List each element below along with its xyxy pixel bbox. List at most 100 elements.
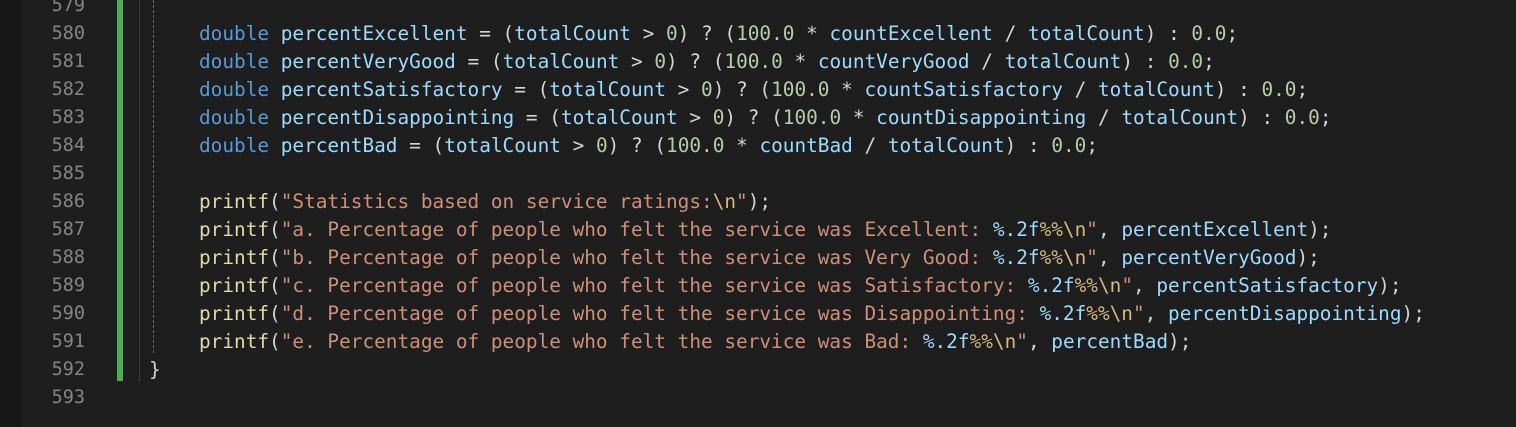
code-line[interactable]: 586 printf("Statistics based on service r…	[21, 188, 1516, 216]
code-token: printf	[199, 330, 270, 353]
code-line[interactable]: 585	[21, 160, 1516, 188]
code-token: /	[969, 50, 1005, 73]
code-token: 100.0	[666, 134, 725, 157]
code-token: printf	[199, 274, 270, 297]
code-token: = (	[514, 106, 561, 129]
code-token: }	[149, 358, 161, 381]
code-token: = (	[502, 78, 550, 101]
code-token: 100.0	[736, 22, 795, 45]
code-token: >	[666, 78, 702, 101]
code-token: (	[269, 302, 281, 325]
code-line[interactable]: 579	[21, 0, 1516, 20]
code-token: ,	[1027, 330, 1052, 353]
code-line[interactable]: 584 double percentBad = (totalCount > 0) …	[21, 132, 1516, 160]
code-token: ;	[1226, 22, 1239, 45]
code-text: double percentSatisfactory = (totalCount…	[199, 76, 1308, 104]
code-token: printf	[199, 302, 270, 325]
code-token: percentVeryGood	[1121, 246, 1297, 269]
code-token: %%	[969, 330, 993, 353]
line-number: 583	[51, 107, 85, 128]
code-token: 0.0	[1168, 50, 1204, 73]
code-token: totalCount	[549, 78, 666, 101]
code-token: "Statistics based on service ratings:	[280, 190, 713, 213]
code-token: );	[1168, 330, 1192, 353]
code-token: = (	[397, 134, 445, 157]
code-token: ;	[1319, 106, 1332, 129]
code-token: countSatisfactory	[864, 78, 1063, 101]
code-token: ) ? (	[677, 22, 737, 45]
code-text: double percentDisappointing = (totalCoun…	[199, 104, 1332, 132]
line-number: 587	[51, 219, 85, 240]
code-token: );	[1401, 302, 1425, 325]
code-token: percentSatisfactory	[280, 78, 503, 101]
code-token: "	[1132, 302, 1145, 325]
line-number: 590	[51, 303, 85, 324]
code-token: ,	[1097, 218, 1122, 241]
code-token: percentDisappointing	[280, 106, 515, 129]
code-token: %.2f	[922, 330, 970, 353]
code-token: 0.0	[1261, 78, 1297, 101]
code-token: %.2f	[1027, 274, 1075, 297]
code-token: totalCount	[560, 106, 678, 129]
code-line[interactable]: 582 double percentSatisfactory = (totalCo…	[21, 76, 1516, 104]
code-token: *	[782, 50, 818, 73]
code-token: ) :	[1121, 50, 1169, 73]
line-number: 584	[51, 135, 85, 156]
code-token: >	[619, 50, 655, 73]
code-token: );	[747, 190, 772, 213]
code-editor[interactable]: 579 580 double percentExcellent = (totalCo…	[21, 0, 1516, 427]
code-line[interactable]: 587 printf("a. Percentage of people who f…	[21, 216, 1516, 244]
code-line[interactable]: 588 printf("b. Percentage of people who f…	[21, 244, 1516, 272]
code-text: double percentExcellent = (totalCount > …	[199, 20, 1238, 48]
code-token: >	[560, 134, 596, 157]
code-token: "	[1121, 274, 1133, 297]
code-line[interactable]: 590 printf("d. Percentage of people who f…	[21, 300, 1516, 328]
code-line[interactable]: 593	[21, 384, 1516, 412]
code-line[interactable]: 592}	[21, 356, 1516, 384]
code-line[interactable]: 589 printf("c. Percentage of people who f…	[21, 272, 1516, 300]
code-token: %%	[1086, 302, 1110, 325]
code-token: = (	[467, 22, 515, 45]
code-text: printf("d. Percentage of people who felt…	[199, 300, 1425, 328]
code-line[interactable]: 580 double percentExcellent = (totalCount…	[21, 20, 1516, 48]
code-token: 0	[701, 78, 713, 101]
code-token: ) :	[1238, 106, 1285, 129]
code-token: ) ? (	[607, 134, 667, 157]
code-token: double	[199, 134, 270, 157]
code-line[interactable]: 591 printf("e. Percentage of people who f…	[21, 328, 1516, 356]
code-line[interactable]: 583 double percentDisappointing = (totalC…	[21, 104, 1516, 132]
code-text: printf("b. Percentage of people who felt…	[199, 244, 1320, 272]
code-token: 0.0	[1051, 134, 1087, 157]
code-token: >	[677, 106, 713, 129]
indent-guide-outer	[139, 0, 140, 381]
code-token: (	[269, 246, 281, 269]
line-number: 582	[51, 79, 85, 100]
code-token: ;	[1296, 78, 1309, 101]
modified-lines-gutter-indicator[interactable]	[117, 0, 123, 381]
code-token: \n	[1062, 218, 1087, 241]
code-token: *	[829, 78, 865, 101]
code-token: totalCount	[1004, 50, 1122, 73]
line-number: 581	[51, 51, 85, 72]
code-token: \n	[992, 330, 1017, 353]
code-token: ,	[1133, 274, 1157, 297]
code-token: countExcellent	[829, 22, 993, 45]
code-token: totalCount	[444, 134, 561, 157]
code-token: 0	[666, 22, 678, 45]
code-token: "	[736, 190, 748, 213]
line-number: 589	[51, 275, 85, 296]
code-token: /	[992, 22, 1028, 45]
code-token: ;	[1203, 50, 1215, 73]
code-text: double percentBad = (totalCount > 0) ? (…	[199, 132, 1098, 160]
code-token: *	[794, 22, 830, 45]
code-token: %%	[1074, 274, 1098, 297]
code-token: \n	[1097, 274, 1122, 297]
code-line[interactable]: 581 double percentVeryGood = (totalCount …	[21, 48, 1516, 76]
code-token: percentBad	[280, 134, 398, 157]
line-number: 588	[51, 247, 85, 268]
code-token: );	[1378, 274, 1402, 297]
code-token: 100.0	[782, 106, 842, 129]
activity-strip	[0, 0, 21, 427]
